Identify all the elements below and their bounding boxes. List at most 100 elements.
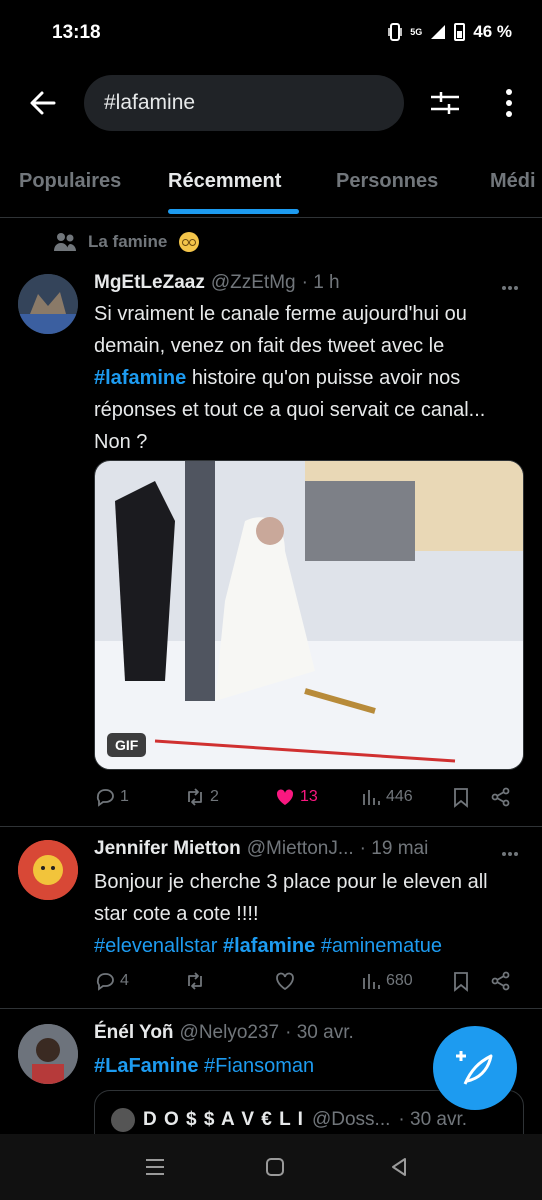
reply-icon <box>96 789 114 807</box>
status-time: 13:18 <box>52 22 101 43</box>
bookmark-button[interactable] <box>450 970 472 992</box>
tweet-time[interactable]: · 30 avr. <box>285 1022 354 1044</box>
share-button[interactable] <box>490 970 512 992</box>
retweet-icon <box>188 972 202 990</box>
retweet-icon <box>188 788 202 806</box>
author-handle[interactable]: @MiettonJ... <box>247 838 354 860</box>
author-handle[interactable]: @Nelyo237 <box>180 1022 280 1044</box>
retweet-count: 2 <box>210 788 219 805</box>
quoted-author-handle: @Doss... <box>311 1109 391 1130</box>
tab-populaires[interactable]: Populaires <box>19 170 121 193</box>
compose-tweet-button[interactable] <box>433 1026 517 1110</box>
author-name[interactable]: Énél Yoñ <box>94 1022 174 1044</box>
home-button[interactable] <box>262 1154 288 1180</box>
view-count: 446 <box>386 788 413 805</box>
quoted-author-name: D O $ $ A V € L I <box>143 1109 304 1130</box>
tweet-menu-icon[interactable] <box>500 278 520 298</box>
tweet-text: Bonjour je cherche 3 place pour le eleve… <box>94 866 524 962</box>
tab-personnes[interactable]: Personnes <box>336 170 438 193</box>
reply-button[interactable]: 1 <box>94 786 129 808</box>
bookmark-icon <box>454 972 468 992</box>
search-filter-button[interactable] <box>428 86 462 120</box>
hashtag-link[interactable]: #lafamine <box>223 935 315 957</box>
tweet-divider <box>0 1008 542 1009</box>
search-tabs: Populaires Récemment Personnes Médi <box>0 150 542 218</box>
avatar <box>111 1108 135 1132</box>
battery-level: 46 % <box>473 22 512 41</box>
search-input[interactable]: #lafamine <box>84 75 404 131</box>
tweet-media-gif[interactable]: GIF <box>94 460 524 770</box>
share-icon <box>491 787 510 807</box>
dizzy-face-emoji <box>179 232 200 252</box>
network-type: 5G <box>410 26 423 37</box>
tweet-header: MgEtLeZaaz @ZzEtMg · 1 h <box>94 272 340 294</box>
tweet-menu-icon[interactable] <box>500 844 520 864</box>
back-triangle-icon <box>392 1158 406 1176</box>
avatar[interactable] <box>18 274 78 334</box>
hashtag-link[interactable]: #lafamine <box>94 367 186 389</box>
tweet-divider <box>0 826 542 827</box>
more-vertical-icon <box>506 89 512 117</box>
avatar-image <box>18 840 78 900</box>
back-nav-button[interactable] <box>386 1154 412 1180</box>
hashtag-link[interactable]: #Fiansoman <box>204 1055 314 1077</box>
like-count: 13 <box>300 788 318 805</box>
back-button[interactable] <box>26 86 60 120</box>
avatar[interactable] <box>18 1024 78 1084</box>
reply-icon <box>96 973 114 991</box>
heart-icon <box>276 972 294 991</box>
like-button[interactable] <box>274 970 296 992</box>
bookmark-icon <box>454 788 468 808</box>
view-count: 680 <box>386 972 413 989</box>
system-nav-bar <box>0 1134 542 1200</box>
share-icon <box>491 971 510 991</box>
bookmark-button[interactable] <box>450 786 472 808</box>
hashtag-link[interactable]: #elevenallstar <box>94 935 217 957</box>
views-button[interactable]: 680 <box>360 970 413 992</box>
hashtag-link[interactable]: #LaFamine <box>94 1055 198 1077</box>
tab-recemment[interactable]: Récemment <box>168 170 281 193</box>
tweet-text: Si vraiment le canale ferme aujourd'hui … <box>94 298 524 458</box>
tweet-actions: 4 680 <box>94 970 524 998</box>
avatar[interactable] <box>18 840 78 900</box>
community-label[interactable]: La famine <box>54 232 200 252</box>
community-name: La famine <box>88 232 168 251</box>
tweet-time[interactable]: · 1 h <box>302 272 340 294</box>
status-icons: 5G 46 % <box>388 22 512 42</box>
tab-medias[interactable]: Médi <box>490 170 536 193</box>
arrow-left-icon <box>30 91 56 115</box>
tweet-time[interactable]: · 19 mai <box>360 838 429 860</box>
retweet-button[interactable] <box>184 970 206 992</box>
cat-avatar-image <box>18 274 78 334</box>
recent-apps-button[interactable] <box>142 1154 168 1180</box>
views-button[interactable]: 446 <box>360 786 413 808</box>
home-icon <box>266 1158 284 1176</box>
vibrate-icon <box>388 23 402 41</box>
analytics-icon <box>363 974 380 989</box>
author-name[interactable]: MgEtLeZaaz <box>94 272 205 294</box>
reply-count: 4 <box>120 972 129 989</box>
avatar-image <box>18 1024 78 1084</box>
author-name[interactable]: Jennifer Mietton <box>94 838 241 860</box>
reply-count: 1 <box>120 788 129 805</box>
tweet-header: Jennifer Mietton @MiettonJ... · 19 mai <box>94 838 428 860</box>
tweet-text-part: Bonjour je cherche 3 place pour le eleve… <box>94 871 488 925</box>
status-bar: 13:18 5G 46 % <box>0 0 542 66</box>
community-icon <box>54 233 76 251</box>
tweet-text-part: Si vraiment le canale ferme aujourd'hui … <box>94 303 467 357</box>
more-options-button[interactable] <box>494 86 524 120</box>
like-button[interactable]: 13 <box>274 786 318 808</box>
author-handle[interactable]: @ZzEtMg <box>211 272 296 294</box>
share-button[interactable] <box>490 786 512 808</box>
gif-preview-image <box>95 461 523 769</box>
compose-feather-icon <box>456 1051 493 1085</box>
tweet-actions: 1 2 13 446 <box>94 786 524 814</box>
active-tab-indicator <box>168 209 299 214</box>
hashtag-link[interactable]: #aminematue <box>321 935 442 957</box>
signal-icon <box>431 25 446 39</box>
battery-icon <box>454 23 466 41</box>
retweet-button[interactable]: 2 <box>184 786 219 808</box>
tweet-header: Énél Yoñ @Nelyo237 · 30 avr. <box>94 1022 354 1044</box>
gif-badge: GIF <box>107 733 147 757</box>
reply-button[interactable]: 4 <box>94 970 129 992</box>
